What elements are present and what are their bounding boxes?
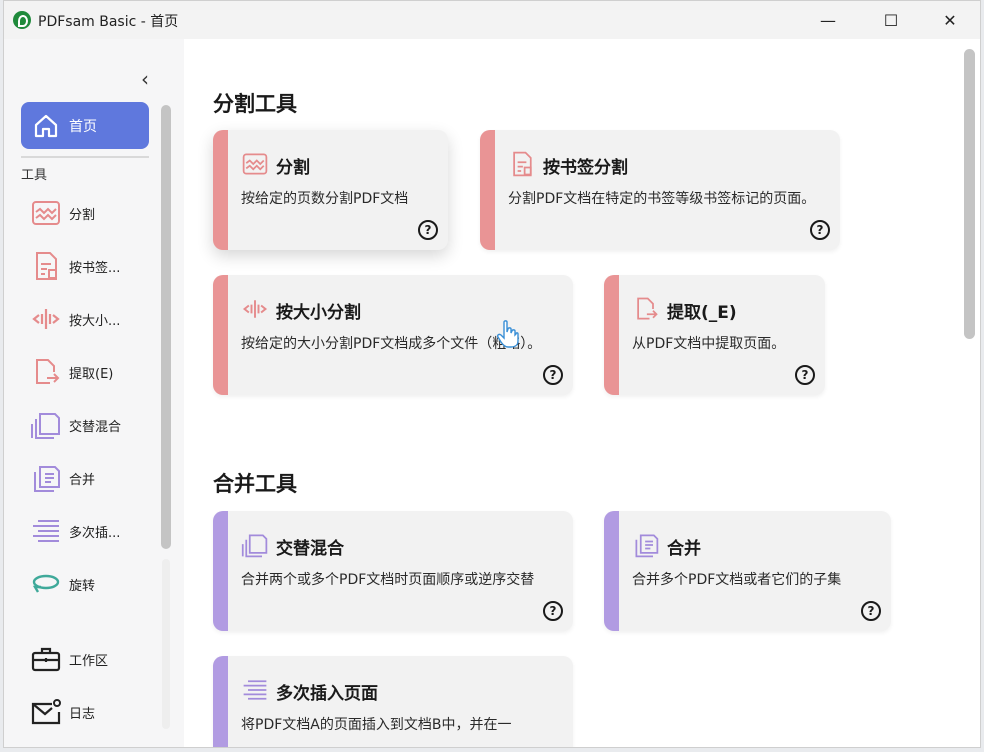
hand-cursor-icon xyxy=(497,320,519,348)
card-accent-bar xyxy=(604,511,619,631)
card-description: 按给定的页数分割PDF文档 xyxy=(241,191,409,207)
split-icon xyxy=(242,153,268,175)
sidebar-item-label: 按书签... xyxy=(69,260,121,276)
rotate-icon xyxy=(32,574,60,593)
multi-insert-icon xyxy=(33,520,59,542)
size-split-icon xyxy=(242,300,268,318)
extract-card[interactable]: 提取(_E) 从PDF文档中提取页面。 ? xyxy=(604,275,825,395)
sidebar-item-merge[interactable]: 合并 xyxy=(30,461,95,495)
sidebar-item-bookmark-split[interactable]: 按书签... xyxy=(30,249,120,283)
bookmark-split-icon xyxy=(36,252,57,280)
merge-card[interactable]: 合并 合并多个PDF文档或者它们的子集 ? xyxy=(604,511,891,631)
sidebar-item-home[interactable]: 首页 xyxy=(21,102,149,149)
card-description: 分割PDF文档在特定的书签等级书签标记的页面。 xyxy=(508,191,816,207)
window-title: PDFsam Basic - 首页 xyxy=(38,14,179,30)
sidebar-item-label: 工作区 xyxy=(69,653,109,669)
merge-tools-heading: 合并工具 xyxy=(213,472,297,496)
card-description: 合并多个PDF文档或者它们的子集 xyxy=(632,572,842,588)
bookmark-split-icon xyxy=(513,151,532,177)
close-button[interactable]: ✕ xyxy=(921,1,979,39)
card-accent-bar xyxy=(213,656,228,747)
sidebar-item-label: 提取(E) xyxy=(69,366,114,382)
alternate-mix-card[interactable]: 交替混合 合并两个或多个PDF文档时页面顺序或逆序交替 ? xyxy=(213,511,573,631)
card-title: 分割 xyxy=(276,158,310,178)
sidebar-item-split[interactable]: 分割 xyxy=(30,196,95,230)
merge-icon xyxy=(635,534,659,558)
sidebar-scrollbar-track xyxy=(162,559,170,729)
divider xyxy=(21,156,149,158)
card-title: 按大小分割 xyxy=(276,303,361,323)
sidebar-item-label: 按大小... xyxy=(69,313,121,329)
app-window: PDFsam Basic - 首页 — ☐ ✕ ‹ 首页 工具 分割 按书签..… xyxy=(3,0,981,748)
card-title: 多次插入页面 xyxy=(276,684,378,704)
split-card[interactable]: 分割 按给定的页数分割PDF文档 ? xyxy=(213,130,448,250)
main-content: 分割工具 分割 按给定的页数分割PDF文档 ? 按书签分割 分割PDF文档在特定… xyxy=(184,39,980,747)
card-accent-bar xyxy=(480,130,495,250)
collapse-sidebar-button[interactable]: ‹ xyxy=(141,67,149,91)
log-icon xyxy=(31,699,61,725)
pdfsam-logo-icon xyxy=(13,11,31,29)
sidebar-item-rotate[interactable]: 旋转 xyxy=(30,567,95,601)
card-accent-bar xyxy=(213,130,228,250)
sidebar-item-label: 交替混合 xyxy=(69,419,122,435)
split-icon xyxy=(32,201,60,225)
sidebar-item-label: 多次插... xyxy=(69,525,121,541)
home-icon xyxy=(34,114,58,137)
card-title: 按书签分割 xyxy=(543,158,628,178)
help-icon[interactable]: ? xyxy=(418,220,438,240)
sidebar-item-log[interactable]: 日志 xyxy=(30,695,95,729)
sidebar-item-extract[interactable]: 提取(E) xyxy=(30,355,113,389)
multi-insert-icon xyxy=(243,680,267,700)
sidebar-home-label: 首页 xyxy=(69,118,97,135)
minimize-button[interactable]: — xyxy=(799,1,857,39)
card-description: 合并两个或多个PDF文档时页面顺序或逆序交替 xyxy=(241,572,535,588)
alternate-mix-icon xyxy=(241,534,268,558)
help-icon[interactable]: ? xyxy=(543,601,563,621)
sidebar-item-label: 日志 xyxy=(69,706,96,722)
card-title: 提取(_E) xyxy=(667,303,737,323)
sidebar-item-size-split[interactable]: 按大小... xyxy=(30,302,120,336)
help-icon[interactable]: ? xyxy=(795,365,815,385)
card-accent-bar xyxy=(213,511,228,631)
card-accent-bar xyxy=(213,275,228,395)
card-description: 从PDF文档中提取页面。 xyxy=(632,336,786,352)
sidebar-scrollbar[interactable] xyxy=(161,105,171,549)
tools-section-label: 工具 xyxy=(21,168,48,183)
main-scrollbar[interactable] xyxy=(964,49,975,339)
extract-icon xyxy=(637,297,658,320)
title-bar: PDFsam Basic - 首页 — ☐ ✕ xyxy=(4,1,980,39)
extract-icon xyxy=(36,359,60,384)
help-icon[interactable]: ? xyxy=(861,601,881,621)
sidebar-item-label: 旋转 xyxy=(69,578,96,594)
sidebar: ‹ 首页 工具 分割 按书签... 按大小... 提取(E) 交替混合 合并 多… xyxy=(4,39,184,747)
multi-insert-card[interactable]: 多次插入页面 将PDF文档A的页面插入到文档B中，并在一 xyxy=(213,656,573,747)
sidebar-item-multi-insert[interactable]: 多次插... xyxy=(30,514,120,548)
maximize-button[interactable]: ☐ xyxy=(862,1,920,39)
card-title: 合并 xyxy=(667,539,701,559)
sidebar-item-label: 合并 xyxy=(69,472,96,488)
merge-icon xyxy=(34,466,60,492)
card-accent-bar xyxy=(604,275,619,395)
card-title: 交替混合 xyxy=(276,539,344,559)
help-icon[interactable]: ? xyxy=(543,365,563,385)
sidebar-item-alternate-mix[interactable]: 交替混合 xyxy=(30,408,121,442)
bookmark-split-card[interactable]: 按书签分割 分割PDF文档在特定的书签等级书签标记的页面。 ? xyxy=(480,130,840,250)
split-tools-heading: 分割工具 xyxy=(213,92,297,116)
alternate-mix-icon xyxy=(31,413,60,439)
sidebar-item-label: 分割 xyxy=(69,207,96,223)
sidebar-item-workspace[interactable]: 工作区 xyxy=(30,642,108,676)
size-split-icon xyxy=(32,309,60,329)
card-description: 将PDF文档A的页面插入到文档B中，并在一 xyxy=(241,717,512,733)
size-split-card[interactable]: 按大小分割 按给定的大小分割PDF文档成多个文件（粗略）。 ? xyxy=(213,275,573,395)
help-icon[interactable]: ? xyxy=(810,220,830,240)
briefcase-icon xyxy=(31,647,61,672)
